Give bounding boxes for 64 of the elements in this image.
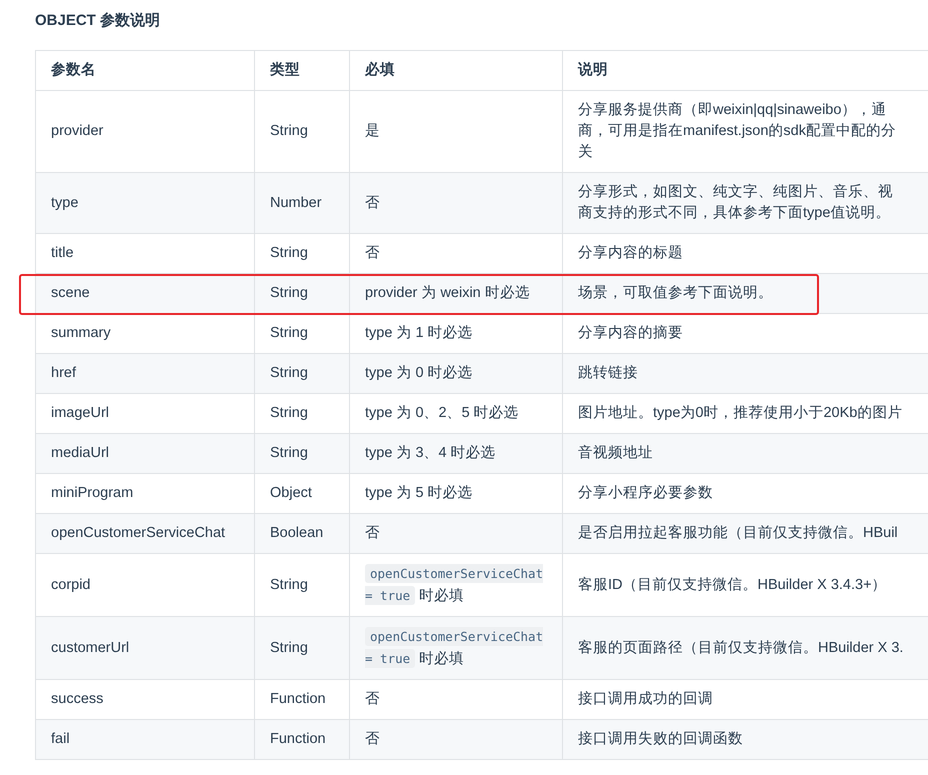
required-note: type 为 1 时必选 <box>365 325 473 341</box>
required-note: 否 <box>365 245 380 261</box>
param-type: String <box>270 325 308 341</box>
param-type: Boolean <box>270 525 324 541</box>
column-header: 说明 <box>562 50 928 90</box>
description-line: 商，可用是指在manifest.json的sdk配置中配的分 <box>578 122 897 141</box>
param-name: customerUrl <box>51 640 130 656</box>
description-line: 音视频地址 <box>578 444 654 463</box>
description-line: 场景，可取值参考下面说明。 <box>578 284 774 303</box>
description-line: 分享内容的摘要 <box>578 324 684 343</box>
required-note: provider 为 weixin 时必选 <box>365 285 530 301</box>
description-line: 是否启用拉起客服功能（目前仅支持微信。HBuil <box>578 524 899 543</box>
param-name: summary <box>51 325 111 341</box>
column-header: 必填 <box>350 50 562 90</box>
description-line: 接口调用成功的回调 <box>578 690 714 709</box>
section-title: OBJECT 参数说明 <box>35 11 162 31</box>
column-header: 参数名 <box>36 50 254 90</box>
param-name: fail <box>51 731 70 747</box>
description-line: 分享服务提供商（即weixin|qq|sinaweibo），通 <box>578 100 888 120</box>
description-line: 接口调用失败的回调函数 <box>578 730 744 749</box>
required-note: type 为 0、2、5 时必选 <box>365 405 519 421</box>
param-name: imageUrl <box>51 405 110 421</box>
param-type: String <box>270 123 308 139</box>
required-note: 是 <box>365 123 380 139</box>
param-type: Function <box>270 731 326 747</box>
param-type: String <box>270 245 308 261</box>
param-type: String <box>270 640 308 656</box>
param-name: openCustomerServiceChat <box>51 525 226 541</box>
description-line: 分享形式，如图文、纯文字、纯图片、音乐、视 <box>578 182 894 202</box>
required-note: openCustomerServiceChat = true 时必填 <box>365 626 544 670</box>
param-name: title <box>51 245 74 261</box>
param-type: Number <box>270 194 322 210</box>
param-name: type <box>51 194 78 210</box>
required-note: 否 <box>365 194 380 210</box>
param-type: Function <box>270 691 326 707</box>
param-type: String <box>270 445 308 461</box>
param-name: href <box>51 365 76 381</box>
description-line: 商支持的形式不同，具体参考下面type值说明。 <box>578 204 892 223</box>
param-name: provider <box>51 123 104 139</box>
param-name: miniProgram <box>51 485 134 501</box>
description-line: 跳转链接 <box>578 364 639 383</box>
required-note: type 为 3、4 时必选 <box>365 445 496 461</box>
required-note: 否 <box>365 731 380 747</box>
param-type: String <box>270 576 308 592</box>
param-name: scene <box>51 285 90 301</box>
param-type: String <box>270 405 308 421</box>
description-line: 客服的页面路径（目前仅支持微信。HBuilder X 3. <box>578 638 904 658</box>
param-name: corpid <box>51 576 90 592</box>
description-line: 关 <box>578 143 594 162</box>
required-note: 否 <box>365 525 380 541</box>
param-name: mediaUrl <box>51 445 110 461</box>
required-note: 否 <box>365 691 380 707</box>
description-line: 分享小程序必要参数 <box>578 484 714 503</box>
required-note: type 为 5 时必选 <box>365 485 473 501</box>
required-note: type 为 0 时必选 <box>365 365 473 381</box>
param-name: success <box>51 691 104 707</box>
description-line: 图片地址。type为0时，推荐使用小于20Kb的图片 <box>578 404 904 423</box>
column-header: 类型 <box>254 50 350 90</box>
param-type: String <box>270 285 308 301</box>
required-note: openCustomerServiceChat = true 时必填 <box>365 563 544 607</box>
param-type: String <box>270 365 308 381</box>
description-line: 分享内容的标题 <box>578 244 684 263</box>
description-line: 客服ID（目前仅支持微信。HBuilder X 3.4.3+） <box>578 576 888 594</box>
param-type: Object <box>270 485 312 501</box>
